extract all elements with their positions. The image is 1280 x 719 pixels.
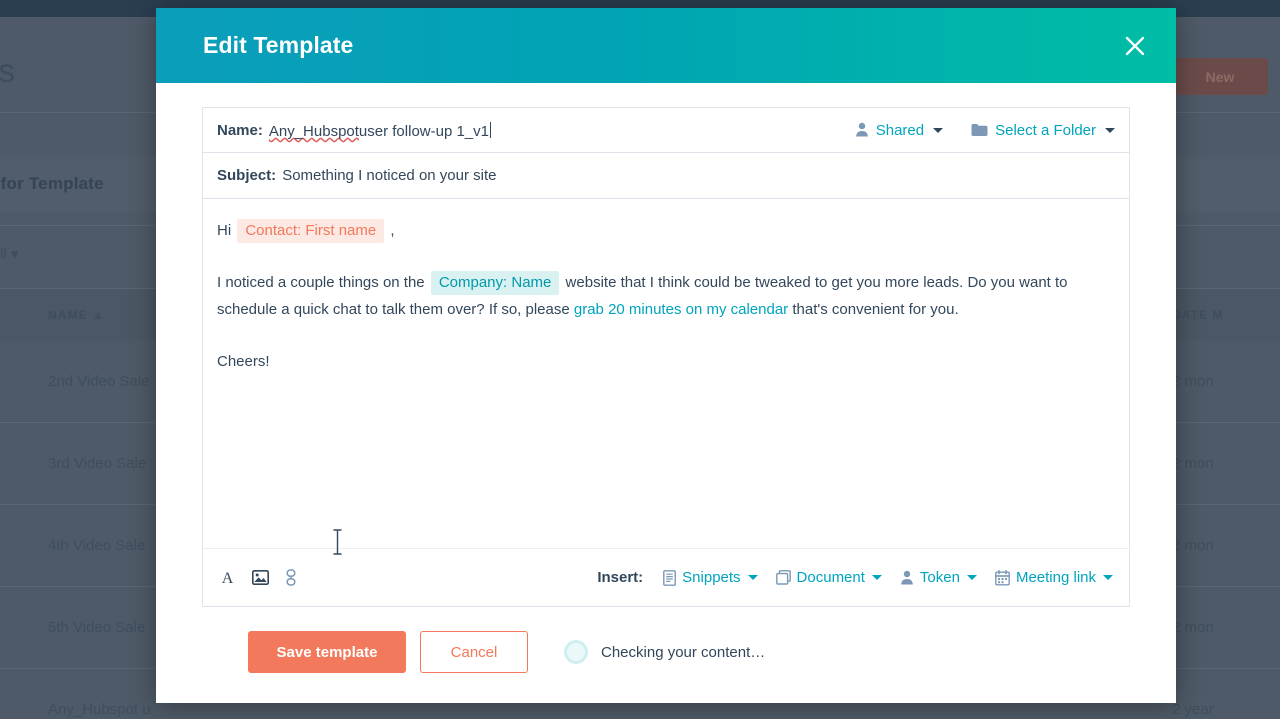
chevron-down-icon bbox=[747, 575, 758, 580]
greeting-suffix: , bbox=[390, 222, 395, 239]
loading-spinner-icon bbox=[564, 640, 588, 664]
body-paragraph-signoff: Cheers! bbox=[217, 353, 270, 370]
name-value-misspelled: Any_Hubspot bbox=[268, 123, 359, 140]
token-person-icon bbox=[900, 570, 914, 586]
para2-before: I noticed a couple things on the bbox=[217, 274, 425, 291]
modal-footer: Save template Cancel Checking your conte… bbox=[202, 607, 1130, 673]
name-input[interactable]: Any_Hubspot user follow-up 1_v1 bbox=[269, 120, 491, 140]
page-title: plates bbox=[0, 52, 16, 89]
subject-label: Subject: bbox=[217, 167, 277, 184]
para2-after: that's convenient for you. bbox=[788, 301, 959, 318]
insert-meeting-link-label: Meeting link bbox=[1015, 569, 1096, 586]
insert-snippets-button[interactable]: Snippets bbox=[663, 569, 758, 586]
sharing-dropdown-label: Shared bbox=[875, 121, 925, 139]
greeting-prefix: Hi bbox=[217, 222, 232, 239]
snippet-icon bbox=[663, 569, 677, 586]
insert-label: Insert: bbox=[597, 569, 644, 586]
name-label: Name: bbox=[217, 121, 263, 139]
chevron-down-icon bbox=[1103, 575, 1113, 580]
content-check-status: Checking your content… bbox=[564, 640, 765, 664]
font-format-icon[interactable]: A bbox=[219, 569, 236, 586]
info-banner-text: king for Template bbox=[0, 174, 104, 193]
person-icon bbox=[855, 122, 869, 138]
folder-dropdown[interactable]: Select a Folder bbox=[971, 122, 1115, 139]
chevron-down-icon bbox=[1105, 127, 1115, 133]
email-body-editor[interactable]: Hi Contact: First name , I noticed a cou… bbox=[203, 199, 1129, 555]
cell-date: 2 mon bbox=[1172, 619, 1214, 636]
editor-toolbar: A Insert: Snippets Document Token Meetin… bbox=[203, 548, 1129, 606]
insert-document-button[interactable]: Document bbox=[775, 569, 882, 586]
chevron-down-icon bbox=[933, 127, 944, 133]
close-icon[interactable] bbox=[1118, 29, 1152, 63]
modal-body: Name: Any_Hubspot user follow-up 1_v1 Sh… bbox=[156, 83, 1176, 703]
insert-image-icon[interactable] bbox=[252, 570, 269, 585]
insert-document-label: Document bbox=[796, 569, 865, 586]
modal-header: Edit Template bbox=[156, 8, 1176, 83]
cell-name: Any_Hubspot u bbox=[48, 701, 151, 718]
insert-token-label: Token bbox=[919, 569, 960, 586]
meeting-link-inline[interactable]: grab 20 minutes on my calendar bbox=[574, 301, 788, 318]
modal-title: Edit Template bbox=[203, 32, 354, 58]
token-contact-first-name[interactable]: Contact: First name bbox=[237, 219, 385, 243]
text-caret bbox=[490, 122, 491, 138]
insert-link-icon[interactable] bbox=[285, 569, 297, 586]
filter-label: All bbox=[0, 246, 7, 263]
svg-text:A: A bbox=[222, 570, 234, 586]
body-paragraph-greeting: Hi Contact: First name , bbox=[217, 217, 1115, 244]
calendar-icon bbox=[995, 569, 1010, 586]
template-editor-card: Name: Any_Hubspot user follow-up 1_v1 Sh… bbox=[202, 107, 1130, 607]
column-header-date[interactable]: DATE M bbox=[1160, 308, 1280, 322]
name-value-rest: user follow-up 1_v1 bbox=[358, 123, 489, 140]
text-cursor-icon bbox=[332, 529, 343, 555]
chevron-down-icon: ▾ bbox=[10, 246, 19, 263]
insert-snippets-label: Snippets bbox=[682, 569, 741, 586]
chevron-down-icon bbox=[966, 575, 977, 580]
status-text: Checking your content… bbox=[601, 643, 766, 661]
sharing-dropdown[interactable]: Shared bbox=[855, 121, 944, 139]
cancel-button[interactable]: Cancel bbox=[420, 631, 528, 673]
edit-template-modal: Edit Template Name: Any_Hubspot user fol… bbox=[156, 8, 1176, 703]
token-company-name[interactable]: Company: Name bbox=[430, 271, 560, 295]
subject-input[interactable]: Something I noticed on your site bbox=[282, 167, 496, 184]
body-paragraph-main: I noticed a couple things on the Company… bbox=[217, 269, 1115, 323]
cell-date: 2 year bbox=[1172, 701, 1214, 718]
subject-field-row: Subject: Something I noticed on your sit… bbox=[203, 153, 1129, 199]
sort-ascending-icon: ▲ bbox=[92, 308, 106, 322]
folder-icon bbox=[971, 123, 988, 137]
insert-token-button[interactable]: Token bbox=[900, 569, 977, 586]
save-template-button[interactable]: Save template bbox=[248, 631, 406, 673]
insert-meeting-link-button[interactable]: Meeting link bbox=[995, 569, 1113, 586]
document-icon bbox=[775, 570, 791, 585]
filter-dropdown-all[interactable]: All ▾ bbox=[0, 245, 18, 263]
cell-date: 2 mon bbox=[1172, 537, 1214, 554]
name-field-row: Name: Any_Hubspot user follow-up 1_v1 Sh… bbox=[203, 108, 1129, 153]
new-template-button[interactable]: New bbox=[1172, 58, 1268, 95]
column-header-name-label: NAME bbox=[48, 308, 88, 322]
chevron-down-icon bbox=[871, 575, 882, 580]
cell-date: 2 mon bbox=[1172, 455, 1214, 472]
cell-date: 2 mon bbox=[1172, 373, 1214, 390]
folder-dropdown-label: Select a Folder bbox=[995, 121, 1096, 139]
